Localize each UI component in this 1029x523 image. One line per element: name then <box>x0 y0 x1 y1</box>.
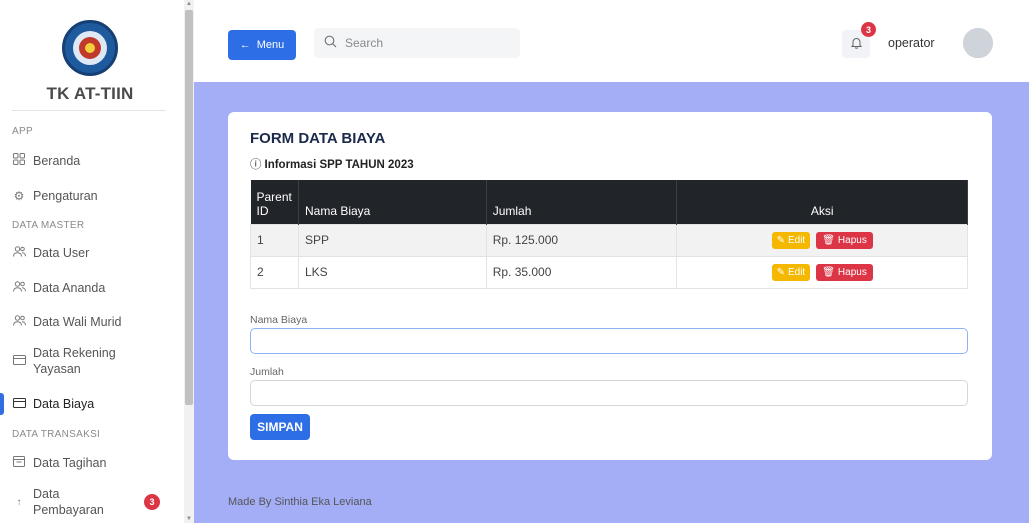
sidebar-item-pengaturan[interactable]: ⚙ Pengaturan <box>0 189 98 203</box>
bell-icon <box>850 37 862 52</box>
gear-icon: ⚙ <box>13 189 25 203</box>
sidebar-item-label: Data Rekening Yayasan <box>33 345 116 377</box>
edit-icon: ✎ <box>776 266 785 278</box>
users-icon <box>12 246 26 260</box>
table-row: 2 LKS Rp. 35.000 ✎ Edit 🗑 Hapus <box>250 255 968 289</box>
edit-icon: ✎ <box>776 234 785 246</box>
brand-name: TK AT-TIIN <box>46 84 134 103</box>
footer-credit: Made By Sinthia Eka Leviana <box>228 496 372 508</box>
search-input[interactable] <box>345 36 505 50</box>
scroll-up-icon[interactable]: ▲ <box>186 1 192 7</box>
sidebar-item-beranda[interactable]: Beranda <box>0 153 80 168</box>
table-header-row: Parent ID Nama Biaya Jumlah Aksi <box>250 180 968 224</box>
upload-icon: ↑ <box>16 496 22 508</box>
delete-button[interactable]: 🗑 Hapus <box>816 263 873 281</box>
sidebar-item-label-line1: Data <box>33 487 60 501</box>
sidebar-item-label: Data Wali Murid <box>33 315 122 329</box>
section-app: APP <box>12 126 33 137</box>
trash-icon: 🗑 <box>822 266 835 278</box>
topbar: ← Menu 3 operator <box>194 0 1029 82</box>
biaya-table: Parent ID Nama Biaya Jumlah Aksi 1 SPP R… <box>250 180 968 289</box>
info-icon: ⓘ <box>250 159 262 171</box>
header-parent-id: Parent ID <box>250 180 299 224</box>
edit-button-label: Edit <box>787 266 806 278</box>
section-data-transaksi: DATA TRANSAKSI <box>12 429 101 440</box>
school-logo <box>62 20 118 76</box>
edit-button[interactable]: ✎ Edit <box>771 231 811 249</box>
card-icon <box>12 397 26 411</box>
form-subtitle-text: Informasi SPP TAHUN 2023 <box>264 159 414 171</box>
calendar-icon <box>12 455 26 470</box>
users-icon <box>12 315 26 329</box>
cell-parent-id: 2 <box>250 255 299 289</box>
sidebar-item-data-rekening-yayasan[interactable]: Data Rekening Yayasan <box>0 345 116 377</box>
cell-jumlah: Rp. 35.000 <box>485 255 678 289</box>
delete-button-label: Hapus <box>837 234 867 246</box>
cell-aksi: ✎ Edit 🗑 Hapus <box>676 255 968 289</box>
form-subtitle: ⓘ Informasi SPP TAHUN 2023 <box>250 156 414 172</box>
sidebar-item-label: Data Pembayaran <box>33 486 104 518</box>
arrow-left-icon: ← <box>239 39 251 51</box>
sidebar: TK AT-TIIN APP Beranda ⚙ Pengaturan DATA… <box>0 0 180 523</box>
delete-button-label: Hapus <box>837 266 867 278</box>
section-data-master: DATA MASTER <box>12 220 85 231</box>
menu-button-label: Menu <box>256 39 285 51</box>
trash-icon: 🗑 <box>822 234 835 246</box>
header-aksi: Aksi <box>676 180 968 224</box>
scroll-down-icon[interactable]: ▼ <box>186 516 192 522</box>
notification-button[interactable]: 3 <box>842 22 876 58</box>
sidebar-item-data-pembayaran[interactable]: ↑ Data Pembayaran 3 <box>0 486 180 518</box>
brand-block: TK AT-TIIN <box>0 20 180 104</box>
header-jumlah: Jumlah <box>486 180 678 224</box>
form-card: FORM DATA BIAYA ⓘ Informasi SPP TAHUN 202… <box>228 112 992 460</box>
cell-jumlah: Rp. 125.000 <box>485 223 678 257</box>
sidebar-divider <box>12 110 166 111</box>
delete-button[interactable]: 🗑 Hapus <box>816 231 873 249</box>
search-box[interactable] <box>314 28 520 58</box>
card-icon <box>12 354 26 368</box>
sidebar-item-label-line1: Data Rekening <box>33 346 116 360</box>
main-content: FORM DATA BIAYA ⓘ Informasi SPP TAHUN 202… <box>194 82 1029 523</box>
notification-count-badge: 3 <box>861 22 876 37</box>
jumlah-input[interactable] <box>250 380 968 406</box>
sidebar-item-data-user[interactable]: Data User <box>0 246 89 260</box>
cell-aksi: ✎ Edit 🗑 Hapus <box>676 223 968 257</box>
sidebar-item-label-line2: Pembayaran <box>33 503 104 517</box>
cell-nama-biaya: SPP <box>297 223 487 257</box>
edit-button[interactable]: ✎ Edit <box>771 263 811 281</box>
sidebar-item-data-wali-murid[interactable]: Data Wali Murid <box>0 315 121 329</box>
sidebar-item-data-biaya[interactable]: Data Biaya <box>0 393 95 415</box>
sidebar-item-label: Data Biaya <box>33 397 95 411</box>
users-icon <box>12 281 26 295</box>
table-row: 1 SPP Rp. 125.000 ✎ Edit 🗑 Hapus <box>250 223 968 257</box>
sidebar-item-label: Beranda <box>33 153 81 168</box>
sidebar-item-label: Data Ananda <box>33 281 106 295</box>
scrollbar-thumb[interactable] <box>185 10 193 405</box>
user-name[interactable]: operator <box>888 36 935 50</box>
edit-button-label: Edit <box>787 234 806 246</box>
pembayaran-count-badge: 3 <box>144 494 160 510</box>
sidebar-item-data-tagihan[interactable]: Data Tagihan <box>0 455 106 470</box>
search-icon <box>324 35 337 51</box>
online-status-dot <box>963 28 993 58</box>
cell-nama-biaya: LKS <box>297 255 487 289</box>
sidebar-item-label: Data User <box>33 246 90 260</box>
sidebar-item-label-line2: Yayasan <box>33 362 81 376</box>
sidebar-item-label: Data Tagihan <box>33 455 107 470</box>
header-nama-biaya: Nama Biaya <box>298 180 487 224</box>
sidebar-scrollbar[interactable]: ▲ ▼ <box>184 0 194 523</box>
save-button[interactable]: SIMPAN <box>250 414 310 440</box>
menu-button[interactable]: ← Menu <box>228 30 296 60</box>
cell-parent-id: 1 <box>250 223 299 257</box>
sidebar-item-data-ananda[interactable]: Data Ananda <box>0 281 105 295</box>
nama-biaya-input[interactable] <box>250 328 968 354</box>
grid-icon <box>12 153 26 168</box>
sidebar-item-label: Pengaturan <box>33 189 98 203</box>
jumlah-label: Jumlah <box>250 366 284 378</box>
nama-biaya-label: Nama Biaya <box>250 314 308 326</box>
page-title: FORM DATA BIAYA <box>250 130 386 147</box>
